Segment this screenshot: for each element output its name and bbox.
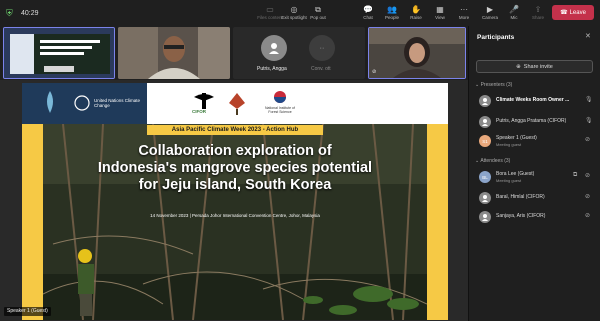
- more-icon: ··: [319, 44, 325, 52]
- raise-hand-button[interactable]: ✋ Raise: [404, 2, 428, 24]
- avatar: [479, 116, 491, 128]
- camera-icon: ▶: [486, 5, 494, 14]
- presentation-slide: United Nations Climate Change CIFOR Nati…: [22, 83, 448, 320]
- leaf-icon: [229, 93, 245, 115]
- avatar: ··: [309, 35, 335, 61]
- presenters-section-header[interactable]: ⌄ Presenters (3): [475, 82, 512, 88]
- mic-icon: 🎙: [585, 118, 593, 124]
- mic-off-icon: ⊘: [372, 69, 377, 75]
- person-icon: [482, 119, 488, 126]
- people-button[interactable]: 👥 People: [380, 2, 404, 24]
- participant-name: Conv. ott: [311, 66, 331, 72]
- share-invite-button[interactable]: ⊕ Share invite: [476, 60, 593, 73]
- participant-video: [118, 27, 230, 79]
- share-button[interactable]: ⇪ Share: [526, 2, 550, 24]
- participant-row[interactable]: Baral, Himlal (CIFOR) ⊘: [475, 190, 597, 206]
- more-button[interactable]: ··· More: [452, 2, 476, 24]
- chat-button[interactable]: 💬 Chat: [356, 2, 380, 24]
- avatar: [479, 192, 491, 204]
- slide-title: Collaboration exploration of Indonesia's…: [97, 143, 373, 193]
- video-tile-participant-woman[interactable]: ⊘: [368, 27, 466, 79]
- raise-hand-icon: ✋: [411, 5, 421, 14]
- person-icon: [482, 98, 488, 105]
- participant-row[interactable]: Climate Weeks Room Owner ... 🎙: [475, 93, 597, 109]
- meeting-toolbar: ⛨ 40:29 ▭ Files content ◎ Exit spotlight…: [0, 0, 600, 26]
- mic-icon: 🎤: [509, 5, 519, 14]
- shared-content-stage: United Nations Climate Change CIFOR Nati…: [0, 80, 468, 321]
- close-icon[interactable]: ✕: [585, 32, 591, 40]
- participant-row[interactable]: Sanjaya, Aris (CIFOR) ⊘: [475, 209, 597, 225]
- more-icon: ···: [460, 5, 468, 14]
- share-icon: ⇪: [534, 5, 542, 14]
- spotlight-icon: ◎: [290, 5, 298, 14]
- slide-header: United Nations Climate Change CIFOR Nati…: [22, 83, 448, 124]
- mic-off-icon: ⊘: [585, 213, 591, 219]
- avatar: [479, 211, 491, 223]
- event-banner: Asia Pacific Climate Week 2023 - Action …: [147, 125, 323, 135]
- cifor-logo: CIFOR: [190, 91, 218, 117]
- meeting-timer: 40:29: [21, 9, 39, 17]
- teams-meeting-window: ⛨ 40:29 ▭ Files content ◎ Exit spotlight…: [0, 0, 600, 321]
- participant-row[interactable]: Putris, Angga Pratama (CIFOR) 🎙: [475, 114, 597, 130]
- slide-date-venue: 14 November 2023 | Persada Johor Interna…: [150, 213, 320, 218]
- screen-share-icon: ⧉: [573, 172, 578, 178]
- nifos-logo: National Institute of Forest Science: [260, 90, 300, 120]
- participant-row[interactable]: S1 Speaker 1 (Guest) Meeting guest ⊘: [475, 133, 597, 149]
- avatar: BL: [479, 171, 491, 183]
- un-climate-label: United Nations Climate Change: [94, 98, 141, 108]
- toolbar-left-group: ▭ Files content ◎ Exit spotlight ⧉ Pop o…: [257, 2, 330, 24]
- participant-video: [369, 28, 465, 78]
- camera-button[interactable]: ▶ Camera: [478, 2, 502, 24]
- phone-icon: ☎: [560, 10, 568, 16]
- avatar: [261, 35, 287, 61]
- mic-off-icon: ⊘: [585, 194, 591, 200]
- mic-button[interactable]: 🎤 Mic: [502, 2, 526, 24]
- video-strip: ·· Putris, Angga Conv. ott ⊘: [0, 26, 468, 80]
- file-icon: ▭: [266, 5, 274, 14]
- person-icon: [482, 195, 488, 202]
- chat-icon: 💬: [363, 5, 373, 14]
- video-tile-participant-man[interactable]: [118, 27, 230, 79]
- person-icon: [482, 214, 488, 221]
- view-icon: ▦: [436, 5, 444, 14]
- mic-off-icon: ⊘: [585, 173, 591, 179]
- mic-icon: 🎙: [585, 97, 593, 103]
- exit-spotlight-button[interactable]: ◎ Exit spotlight: [281, 2, 307, 24]
- toolbar-mid-group: 💬 Chat 👥 People ✋ Raise ▦ View ··· More: [356, 2, 476, 24]
- popout-icon: ⧉: [315, 5, 321, 14]
- avatar: [479, 95, 491, 107]
- view-button[interactable]: ▦ View: [428, 2, 452, 24]
- people-icon: 👥: [387, 5, 397, 14]
- video-tile-screen-share[interactable]: [3, 27, 115, 79]
- speaker-name-tag: Speaker 1 (Guest): [4, 307, 51, 316]
- attendees-section-header[interactable]: ⌄ Attendees (3): [475, 158, 510, 164]
- avatar: S1: [479, 135, 491, 147]
- person-icon: [269, 43, 279, 54]
- emblem-icon: [274, 91, 286, 103]
- mic-off-icon: ⊘: [585, 137, 591, 143]
- panel-title: Participants: [477, 34, 515, 41]
- pop-out-button[interactable]: ⧉ Pop out: [306, 2, 330, 24]
- participant-row[interactable]: BL Bora Lee (Guest) Meeting guest ⧉ ⊘: [475, 169, 597, 185]
- agroforestry-logo: [227, 91, 247, 117]
- person-add-icon: ⊕: [516, 63, 521, 70]
- participant-name: Putris, Angga: [257, 66, 287, 72]
- participants-panel: Participants ✕ ⊕ Share invite ⌄ Presente…: [468, 26, 600, 321]
- slide-thumbnail: [4, 28, 114, 78]
- video-tile-audio-only[interactable]: ·· Putris, Angga Conv. ott: [233, 27, 365, 79]
- files-button[interactable]: ▭ Files content: [257, 2, 283, 24]
- leave-button[interactable]: ☎ Leave: [552, 5, 594, 20]
- shield-icon: ⛨: [6, 7, 13, 18]
- event-logo-block: United Nations Climate Change: [22, 83, 147, 124]
- toolbar-right-group: ▶ Camera 🎤 Mic ⇪ Share: [478, 2, 550, 24]
